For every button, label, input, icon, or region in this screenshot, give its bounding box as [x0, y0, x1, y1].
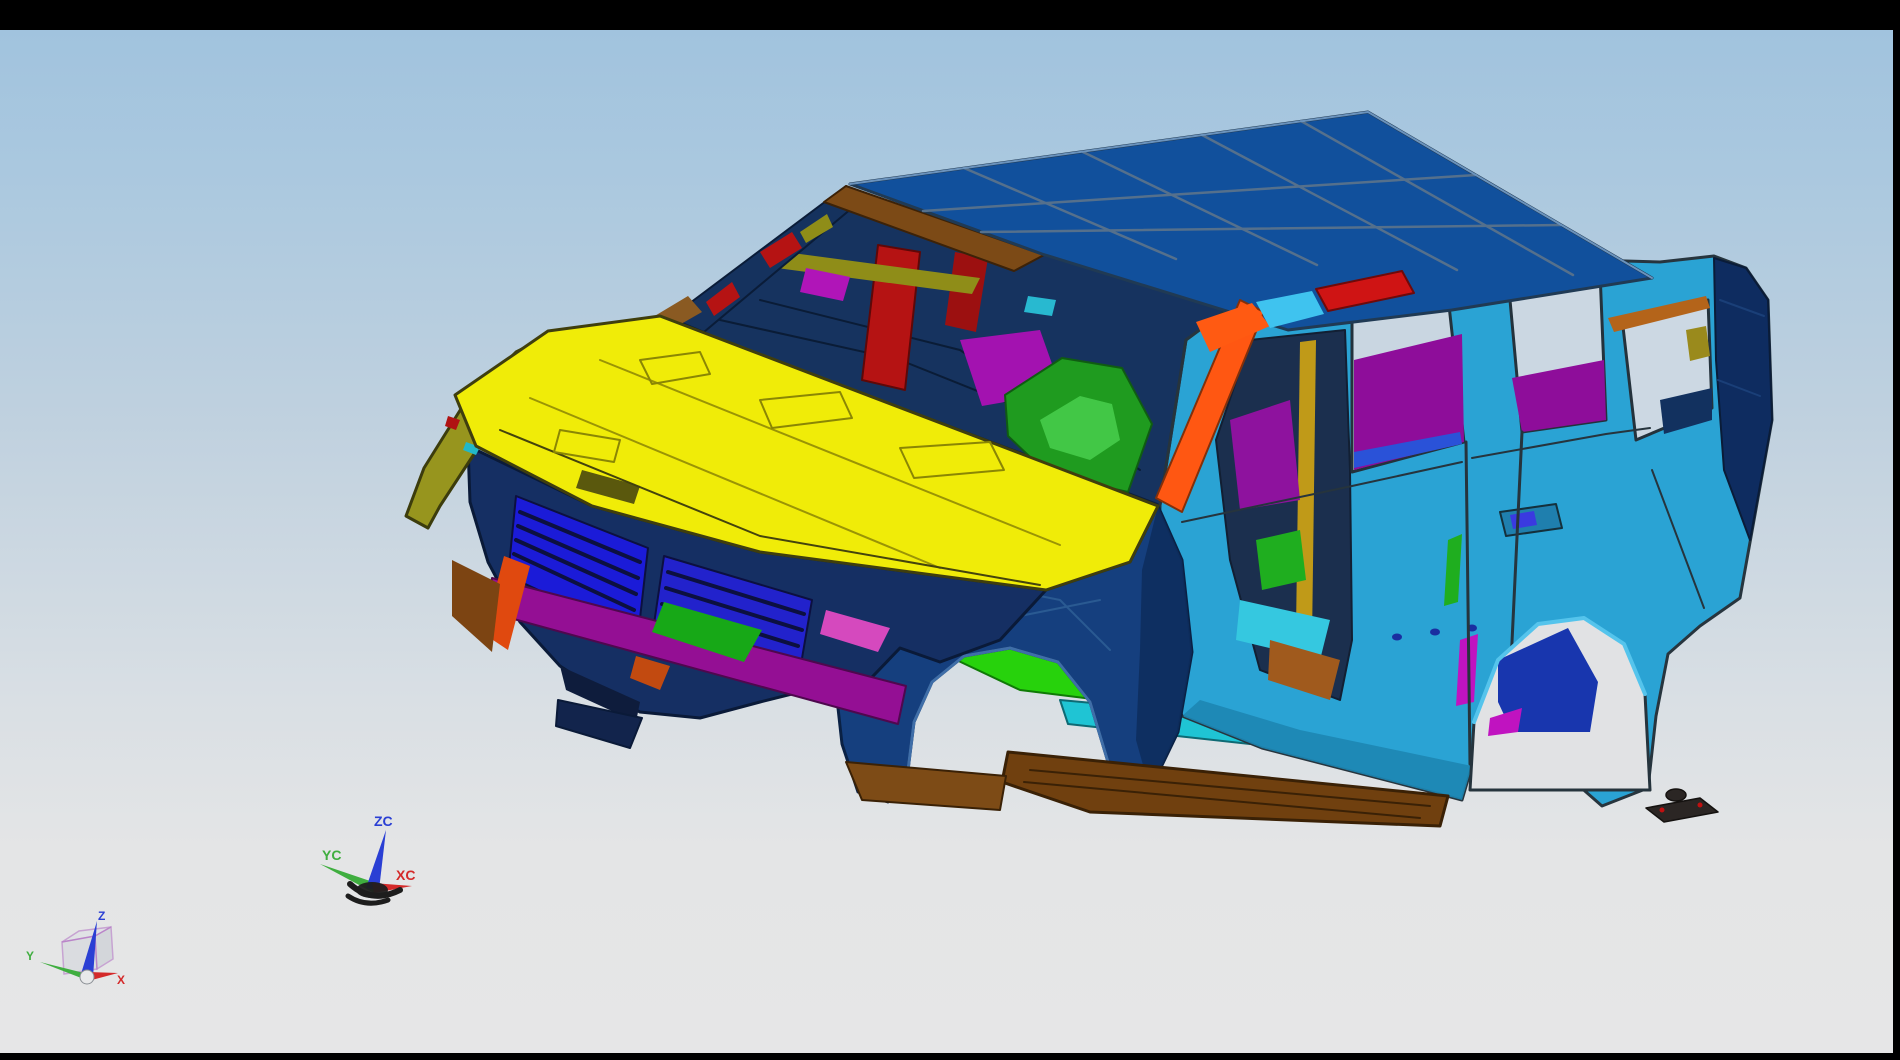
wcs-yc-label: YC	[322, 847, 341, 863]
part-aperture-purple[interactable]	[1230, 400, 1300, 510]
wcs-xc-label: XC	[396, 867, 415, 883]
csys-z-label: Z	[98, 909, 105, 923]
absolute-csys-triad[interactable]: Z Y X	[26, 909, 125, 987]
part-debris-red-dot-1[interactable]	[1660, 808, 1665, 813]
part-quarter-bracket-olive[interactable]	[1686, 326, 1710, 361]
wcs-triad[interactable]: ZC YC XC	[320, 813, 415, 903]
part-door-plug-2[interactable]	[1430, 629, 1440, 636]
part-door-plug-1[interactable]	[1392, 634, 1402, 641]
part-running-board-front-wedge[interactable]	[846, 762, 1006, 810]
part-aperture-green[interactable]	[1256, 530, 1306, 590]
part-debris-strip[interactable]	[1646, 798, 1718, 822]
model-svg[interactable]: ZC YC XC Z Y X	[0, 0, 1900, 1060]
wcs-zc-axis[interactable]	[366, 830, 386, 890]
csys-origin-sphere[interactable]	[80, 970, 94, 984]
part-debris-blob[interactable]	[1666, 789, 1686, 801]
letterbox-right	[1893, 0, 1900, 1060]
3d-viewport[interactable]: ZC YC XC Z Y X	[0, 0, 1900, 1060]
letterbox-top	[0, 0, 1900, 30]
car-body-model[interactable]	[406, 112, 1772, 826]
letterbox-bottom	[0, 1053, 1900, 1060]
csys-y-label: Y	[26, 949, 34, 963]
part-debris-red-dot-2[interactable]	[1698, 803, 1703, 808]
wcs-zc-label: ZC	[374, 813, 393, 829]
csys-x-label: X	[117, 973, 125, 987]
